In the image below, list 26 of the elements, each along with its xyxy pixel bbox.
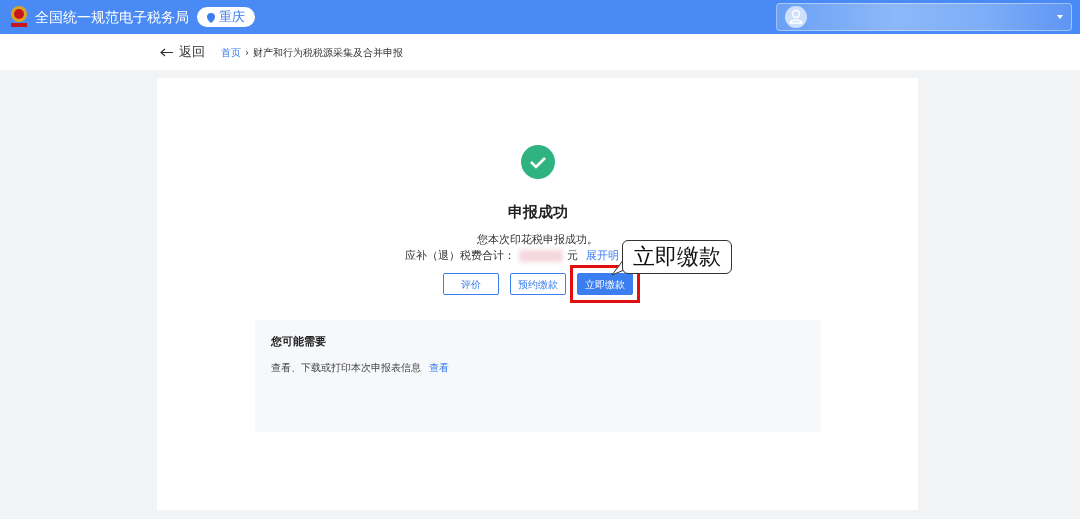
caret-icon <box>1057 15 1063 19</box>
account-menu[interactable] <box>776 3 1072 31</box>
result-message: 您本次印花税申报成功。 <box>477 231 598 248</box>
currency-unit: 元 <box>566 247 578 264</box>
success-check-icon <box>520 145 555 179</box>
site-title: 全国统一规范电子税务局 <box>35 7 189 27</box>
back-arrow-icon <box>160 47 173 57</box>
back-link[interactable]: 返回 <box>160 42 205 62</box>
result-title: 申报成功 <box>507 202 568 223</box>
panel-title: 您可能需要 <box>270 333 327 350</box>
emblem-icon <box>8 5 30 29</box>
breadcrumb-current: 财产和行为税税源采集及合并申报 <box>253 45 403 60</box>
amount-label: 应补（退）税费合计： <box>404 247 515 264</box>
action-button[interactable]: 立即缴款 <box>576 273 633 295</box>
suggestion-text: 查看、下载或打印本次申报表信息 <box>270 361 421 375</box>
breadcrumb-separator: › <box>245 45 249 60</box>
details-link[interactable]: 展开明 <box>585 247 619 264</box>
redacted-amount <box>518 249 563 262</box>
breadcrumb-link[interactable]: 首页 <box>221 44 241 60</box>
action-button[interactable]: 预约缴款 <box>509 273 566 295</box>
region-selector[interactable]: 重庆 <box>197 7 255 27</box>
view-link[interactable]: 查看 <box>428 360 449 375</box>
callout-label: 立即缴款 <box>622 240 732 274</box>
location-icon <box>207 12 215 23</box>
user-icon <box>785 6 807 28</box>
action-button[interactable]: 评价 <box>442 273 499 295</box>
